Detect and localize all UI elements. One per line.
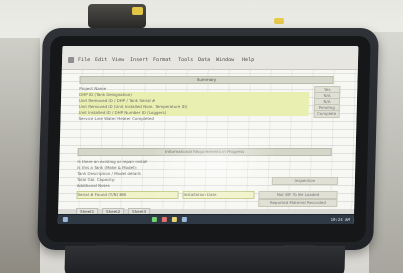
info-status-material: Reported Material Recorded: [258, 199, 338, 207]
left-background-area: [0, 38, 40, 273]
background-yellow-object: [274, 18, 284, 24]
menu-window[interactable]: Window: [216, 57, 234, 64]
system-tray-time: 10:24 AM: [330, 217, 350, 222]
laptop: File Edit View Insert Format Tools Data …: [37, 28, 379, 273]
info-row-5: Additional Notes: [76, 183, 110, 188]
menu-format[interactable]: Format: [153, 57, 171, 64]
menu-view[interactable]: View: [112, 57, 124, 64]
laptop-screen: File Edit View Insert Format Tools Data …: [57, 46, 359, 224]
menu-help[interactable]: Help: [242, 57, 254, 64]
app-icon-blue[interactable]: [181, 217, 187, 222]
info-section-header: Informational Requirements in Progress: [77, 148, 332, 156]
windows-taskbar: 10:24 AM: [57, 214, 355, 224]
start-icon[interactable]: [62, 217, 68, 222]
menu-insert[interactable]: Insert: [130, 57, 148, 64]
info-status-inspection: Inspection: [271, 177, 339, 185]
summary-status-5: Complete: [313, 110, 340, 118]
menu-tools[interactable]: Tools: [178, 57, 193, 64]
app-icon-green[interactable]: [151, 217, 157, 222]
summary-row-6: Service Line Water Heater Completed: [78, 116, 155, 121]
background-bench: [88, 4, 146, 28]
spreadsheet-sheet: Summary Project Name DHP ID (Tank Design…: [58, 70, 358, 209]
serial-found-field[interactable]: Serial # Found (Y/N) BIB: [76, 191, 179, 199]
installation-date-field[interactable]: Installation Date: [182, 191, 255, 199]
menu-data[interactable]: Data: [198, 57, 210, 64]
info-status-loaded: Not WF To Be Loaded: [258, 191, 338, 199]
menu-edit[interactable]: Edit: [95, 57, 107, 64]
app-icon-yellow[interactable]: [171, 217, 177, 222]
menu-toolbar: File Edit View Insert Format Tools Data …: [61, 55, 359, 70]
menu-file[interactable]: File: [78, 57, 90, 64]
summary-section-header: Summary: [79, 76, 334, 84]
laptop-keyboard: [64, 246, 346, 273]
app-icon: [67, 57, 75, 63]
app-icon-red[interactable]: [161, 217, 167, 222]
outdoor-background: File Edit View Insert Format Tools Data …: [0, 0, 403, 273]
